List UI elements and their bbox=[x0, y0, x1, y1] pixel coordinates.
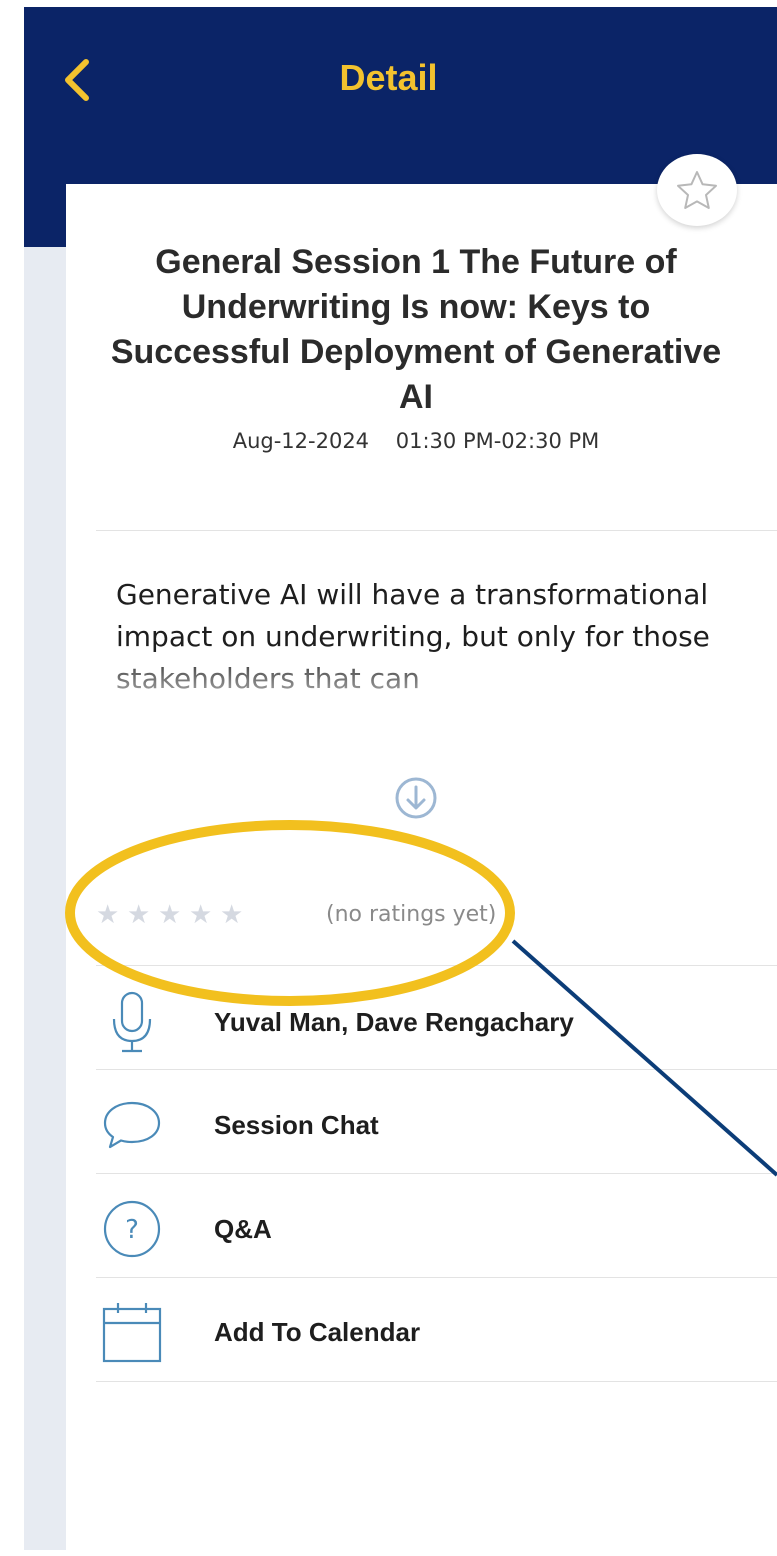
page-title: Detail bbox=[339, 57, 438, 98]
description-fade bbox=[96, 650, 777, 706]
expand-description-button[interactable] bbox=[393, 775, 439, 821]
speakers-row[interactable]: Yuval Man, Dave Rengachary bbox=[96, 970, 777, 1074]
rating-star-icon[interactable]: ★ bbox=[220, 900, 251, 930]
speakers-label: Yuval Man, Dave Rengachary bbox=[214, 1006, 574, 1037]
rating-star-icon[interactable]: ★ bbox=[189, 900, 220, 930]
rating-star-icon[interactable]: ★ bbox=[127, 900, 158, 930]
add-to-calendar-row[interactable]: Add To Calendar bbox=[96, 1280, 777, 1384]
divider bbox=[96, 530, 777, 531]
favorite-button[interactable] bbox=[657, 154, 737, 226]
session-title: General Session 1 The Future of Underwri… bbox=[110, 243, 722, 416]
rating-stars[interactable]: ★ ★ ★ ★ ★ bbox=[96, 897, 256, 933]
question-circle-icon: ? bbox=[96, 1177, 168, 1281]
divider bbox=[96, 1277, 777, 1278]
svg-text:?: ? bbox=[125, 1215, 139, 1245]
add-to-calendar-label: Add To Calendar bbox=[214, 1316, 421, 1347]
calendar-icon bbox=[96, 1280, 168, 1384]
divider bbox=[96, 1381, 777, 1382]
divider bbox=[96, 1173, 777, 1174]
divider bbox=[96, 965, 777, 966]
arrow-down-circle-icon bbox=[395, 777, 437, 819]
session-chat-label: Session Chat bbox=[214, 1109, 379, 1140]
rating-star-icon[interactable]: ★ bbox=[96, 900, 127, 930]
qa-row[interactable]: ? Q&A bbox=[96, 1177, 777, 1281]
star-outline-icon bbox=[677, 171, 717, 209]
session-datetime: Aug-12-2024 01:30 PM-02:30 PM bbox=[232, 429, 600, 453]
divider bbox=[96, 1069, 777, 1070]
microphone-icon bbox=[96, 970, 168, 1074]
session-chat-row[interactable]: Session Chat bbox=[96, 1073, 777, 1177]
qa-label: Q&A bbox=[214, 1213, 272, 1244]
rating-star-icon[interactable]: ★ bbox=[158, 900, 189, 930]
rating-status-text: (no ratings yet) bbox=[326, 902, 497, 927]
chat-bubble-icon bbox=[96, 1073, 168, 1177]
